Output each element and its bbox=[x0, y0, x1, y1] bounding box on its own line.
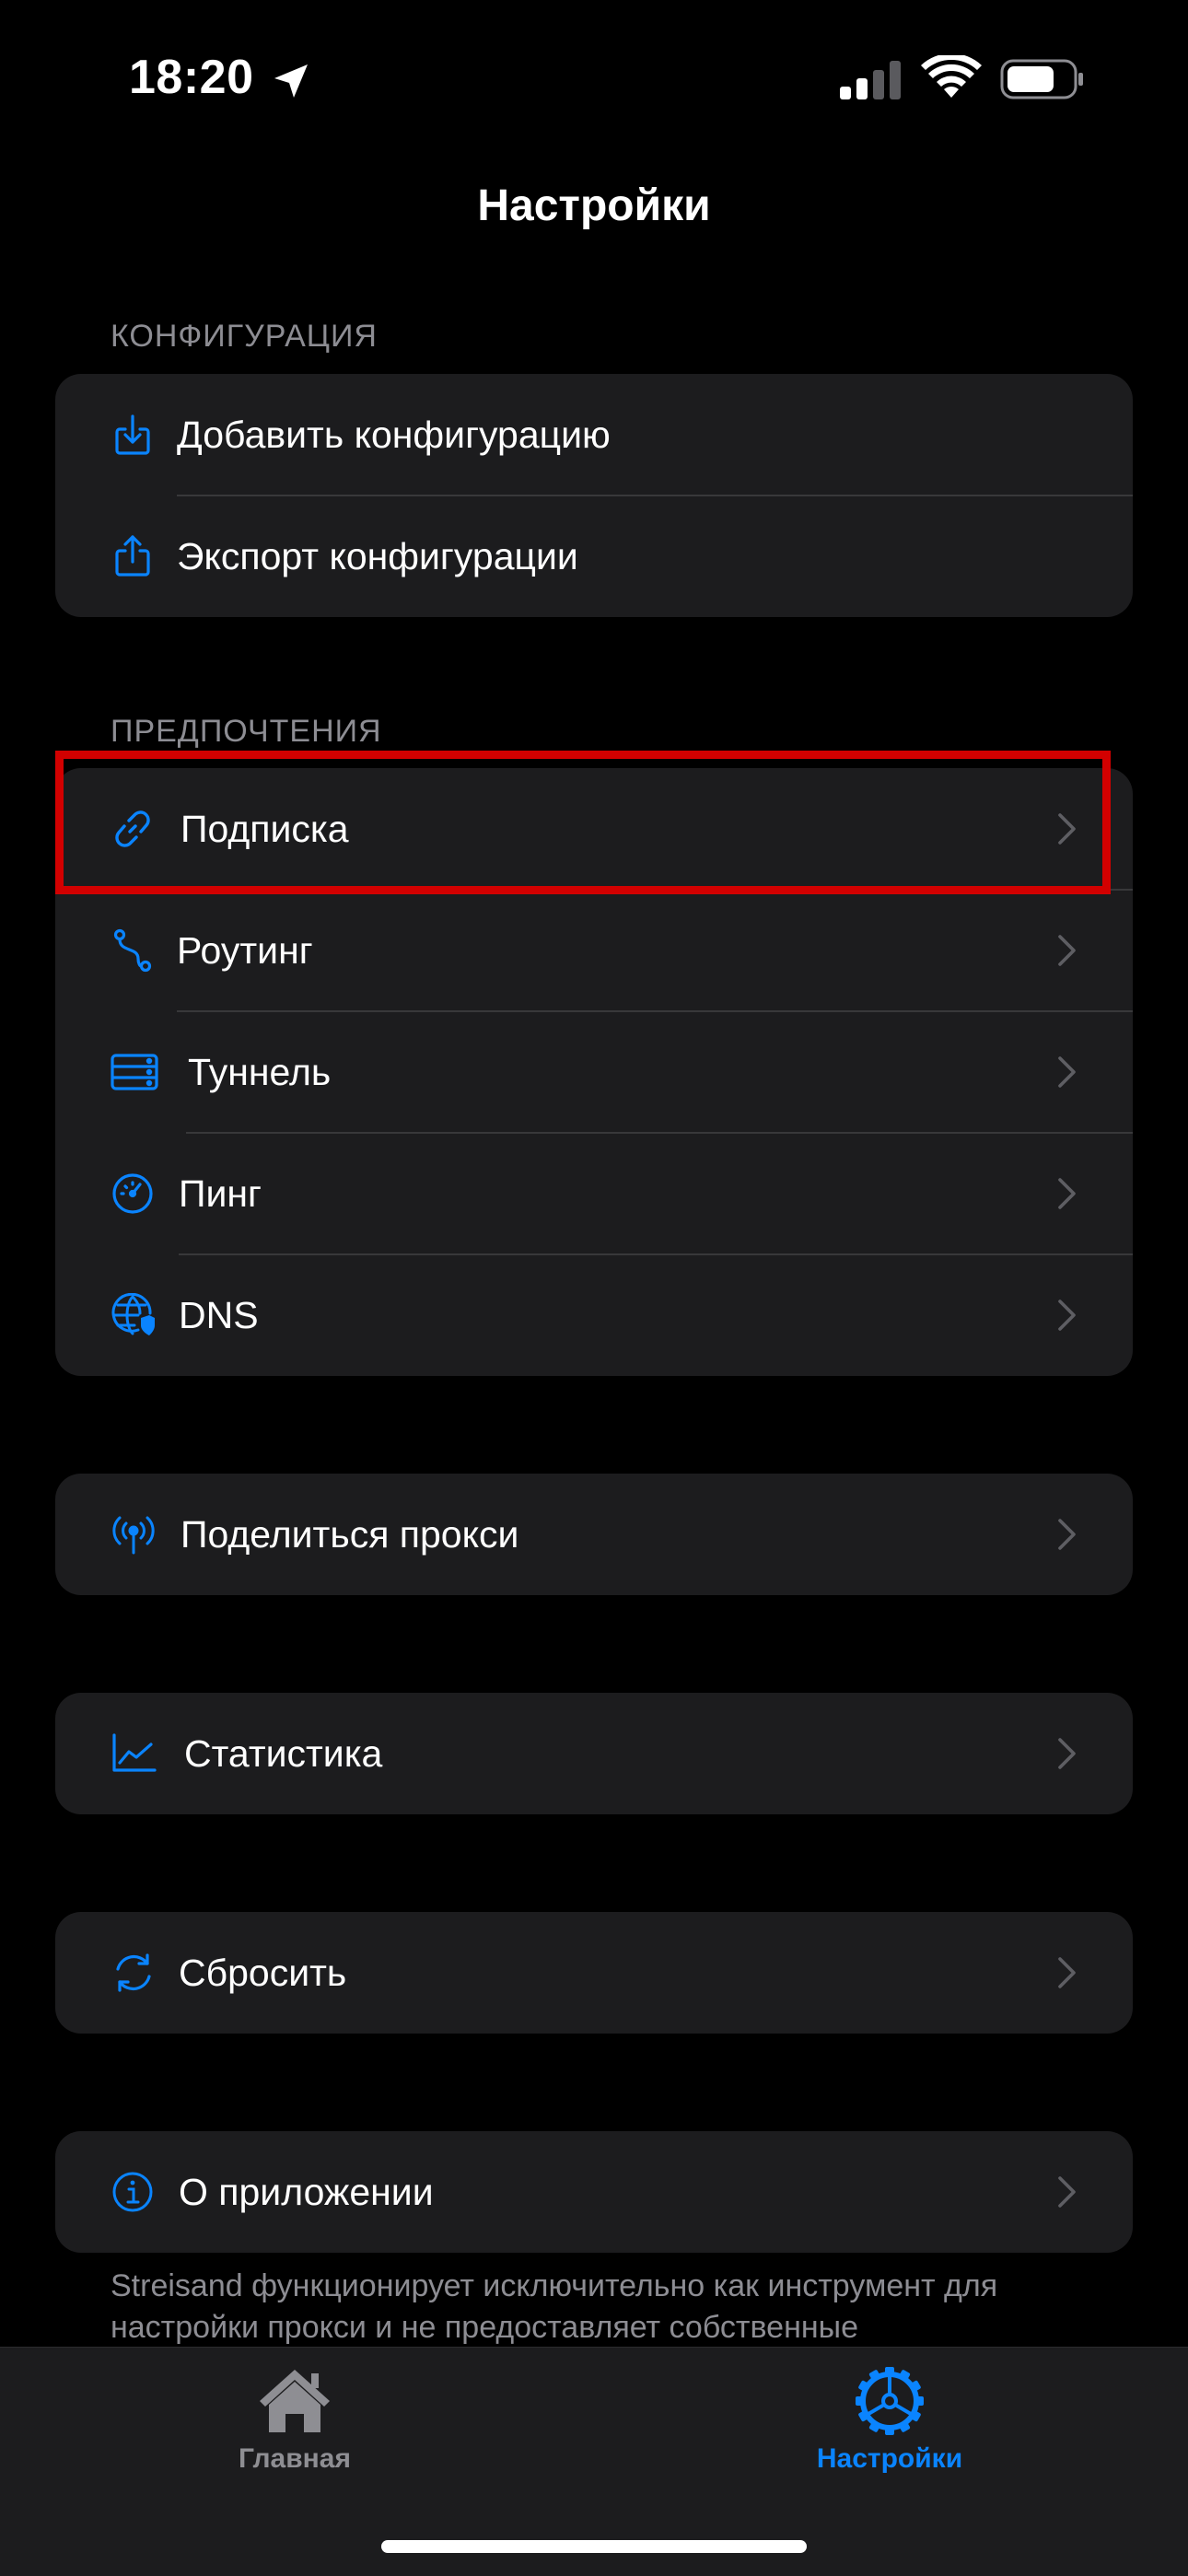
battery-icon bbox=[1000, 59, 1083, 99]
add-configuration-row[interactable]: Добавить конфигурацию bbox=[55, 374, 1133, 495]
share-proxy-label: Поделиться прокси bbox=[181, 1513, 519, 1556]
house-icon bbox=[260, 2370, 330, 2432]
highlight-box bbox=[55, 751, 1111, 894]
routing-label: Роутинг bbox=[177, 929, 313, 972]
gauge-icon bbox=[111, 1171, 155, 1216]
globe-shield-icon bbox=[111, 1293, 155, 1337]
tab-settings[interactable]: Настройки bbox=[751, 2366, 1028, 2475]
export-configuration-label: Экспорт конфигурации bbox=[177, 535, 578, 577]
status-time: 18:20 bbox=[129, 51, 254, 104]
chevron-right-icon bbox=[1058, 935, 1076, 966]
export-configuration-row[interactable]: Экспорт конфигурации bbox=[55, 495, 1133, 617]
routing-row[interactable]: Роутинг bbox=[55, 890, 1133, 1011]
section-header-configuration: КОНФИГУРАЦИЯ bbox=[111, 319, 378, 354]
dns-label: DNS bbox=[179, 1294, 259, 1336]
page-title: Настройки bbox=[477, 181, 711, 230]
statistics-row[interactable]: Статистика bbox=[55, 1693, 1133, 1814]
ping-label: Пинг bbox=[179, 1172, 262, 1215]
home-indicator bbox=[381, 2540, 807, 2553]
configuration-group: Добавить конфигурацию Экспорт конфигурац… bbox=[55, 374, 1133, 617]
section-header-preferences: ПРЕДПОЧТЕНИЯ bbox=[111, 714, 382, 749]
location-arrow-icon bbox=[274, 64, 308, 98]
reset-label: Сбросить bbox=[179, 1952, 347, 1994]
about-row[interactable]: О приложении bbox=[55, 2131, 1133, 2253]
server-icon bbox=[111, 1050, 158, 1094]
antenna-icon bbox=[111, 1512, 157, 1556]
chevron-right-icon bbox=[1058, 1519, 1076, 1550]
info-icon bbox=[111, 2170, 155, 2214]
share-proxy-group: Поделиться прокси bbox=[55, 1474, 1133, 1595]
cellular-signal-icon bbox=[840, 61, 901, 99]
share-icon bbox=[111, 534, 155, 578]
chart-icon bbox=[111, 1731, 157, 1776]
tab-home-label: Главная bbox=[238, 2443, 351, 2474]
statistics-label: Статистика bbox=[184, 1732, 383, 1775]
about-label: О приложении bbox=[179, 2171, 434, 2213]
chevron-right-icon bbox=[1058, 1056, 1076, 1088]
gear-icon bbox=[856, 2367, 924, 2435]
ping-row[interactable]: Пинг bbox=[55, 1133, 1133, 1254]
dns-row[interactable]: DNS bbox=[55, 1254, 1133, 1376]
tab-settings-label: Настройки bbox=[816, 2443, 963, 2474]
footer-disclaimer: Streisand функционирует исключительно ка… bbox=[111, 2268, 998, 2345]
tunnel-label: Туннель bbox=[188, 1051, 332, 1093]
add-configuration-label: Добавить конфигурацию bbox=[177, 414, 611, 456]
import-icon bbox=[111, 413, 155, 457]
chevron-right-icon bbox=[1058, 1300, 1076, 1331]
chevron-right-icon bbox=[1058, 1738, 1076, 1769]
share-proxy-row[interactable]: Поделиться прокси bbox=[55, 1474, 1133, 1595]
wifi-icon bbox=[921, 55, 982, 98]
chevron-right-icon bbox=[1058, 2176, 1076, 2208]
route-icon bbox=[111, 928, 155, 973]
reset-row[interactable]: Сбросить bbox=[55, 1912, 1133, 2034]
chevron-right-icon bbox=[1058, 1957, 1076, 1988]
tab-home[interactable]: Главная bbox=[157, 2366, 433, 2475]
statistics-group: Статистика bbox=[55, 1693, 1133, 1814]
reset-group: Сбросить bbox=[55, 1912, 1133, 2034]
tunnel-row[interactable]: Туннель bbox=[55, 1011, 1133, 1133]
about-group: О приложении bbox=[55, 2131, 1133, 2253]
chevron-right-icon bbox=[1058, 1178, 1076, 1209]
refresh-icon bbox=[111, 1951, 157, 1995]
